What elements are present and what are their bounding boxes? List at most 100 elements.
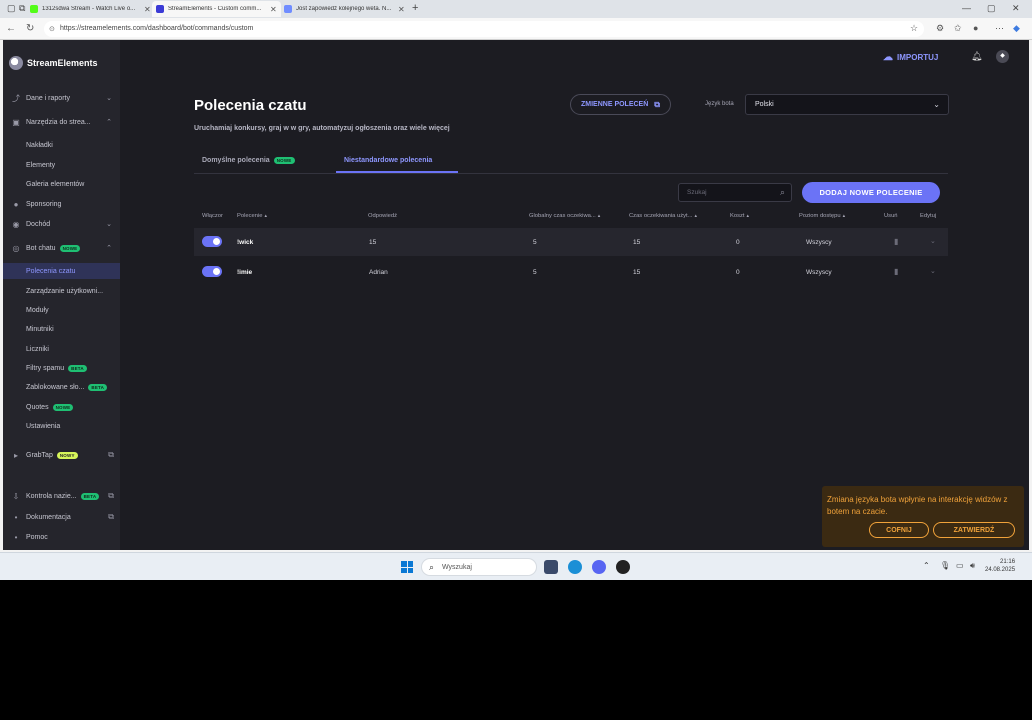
browser-tab-news[interactable]: Jost zapowiedź kolejnego weta. N... ✕: [280, 1, 409, 17]
sidebar: StreamElements ⤴ Dane i raporty ⌄ ▣ Narzędzi…: [3, 40, 120, 550]
favorites-icon[interactable]: ✩: [954, 23, 962, 34]
profile-icon[interactable]: ●: [973, 23, 978, 33]
close-tab-icon[interactable]: ✕: [398, 5, 405, 14]
status-badge: NOWE: [52, 403, 74, 411]
sidebar-item[interactable]: • Pomoc: [3, 529, 120, 545]
sidebar-item[interactable]: Minutniki: [3, 321, 120, 337]
favorite-star-icon[interactable]: ☆: [910, 23, 918, 34]
global-cooldown: 5: [533, 269, 537, 276]
sidebar-item[interactable]: Filtry spamu BETA: [3, 360, 120, 376]
add-command-button[interactable]: DODAJ NOWE POLECENIE: [802, 182, 940, 203]
chevron-down-icon[interactable]: ⌄: [930, 267, 936, 275]
brand[interactable]: StreamElements: [9, 56, 98, 70]
sidebar-item[interactable]: ⤴ Dane i raporty ⌄: [3, 90, 120, 106]
sidebar-item[interactable]: ▸ GrabTap NOWY ⧉: [3, 447, 120, 463]
sidebar-item[interactable]: Galeria elementów: [3, 176, 120, 192]
header-command[interactable]: Polecenie ▴: [237, 213, 267, 219]
close-tab-icon[interactable]: ✕: [144, 5, 151, 14]
new-tab-icon[interactable]: +: [412, 2, 418, 14]
header-access-level[interactable]: Poziom dostępu ▴: [799, 213, 845, 219]
network-icon[interactable]: ▭: [956, 561, 964, 570]
tab-custom-commands[interactable]: Niestandardowe polecenia: [344, 157, 432, 164]
copilot-icon[interactable]: ◆: [1013, 23, 1020, 34]
sidebar-item[interactable]: Liczniki: [3, 341, 120, 357]
user-cooldown: 15: [633, 269, 641, 276]
header-global-cooldown[interactable]: Globalny czas oczekiwa... ▴: [529, 213, 600, 219]
extension-icon[interactable]: ⚙: [936, 23, 944, 34]
import-button[interactable]: ☁ IMPORTUJ: [883, 52, 938, 63]
sidebar-item[interactable]: ⇩ Kontrola nazie... BETA ⧉: [3, 488, 120, 504]
enabled-toggle[interactable]: [202, 266, 222, 277]
windows-start-icon[interactable]: [401, 561, 413, 573]
sidebar-item[interactable]: ▣ Narzędzia do strea... ⌃: [3, 114, 120, 130]
clock[interactable]: 21:16 24.08.2025: [985, 558, 1015, 574]
enabled-toggle[interactable]: [202, 236, 222, 247]
external-link-icon: ⧉: [108, 450, 114, 459]
sidebar-item[interactable]: Quotes NOWE: [3, 399, 120, 415]
undo-button[interactable]: COFNIJ: [869, 522, 929, 538]
avatar[interactable]: ◆: [996, 50, 1009, 63]
taskbar-search-placeholder: Wyszukaj: [442, 564, 472, 571]
lock-icon: ⊙: [49, 26, 55, 33]
taskbar-search[interactable]: ⌕ Wyszukaj: [421, 558, 537, 576]
tabs-divider: [194, 173, 948, 174]
chevron-icon: ⌃: [106, 119, 112, 126]
sidebar-item[interactable]: ● Sponsoring: [3, 196, 120, 212]
sidebar-item[interactable]: Ustawienia: [3, 418, 120, 434]
sidebar-item[interactable]: Zablokowane sło... BETA: [3, 379, 120, 395]
browser-tab-kick[interactable]: 1312sdwa Stream - Watch Live o... ✕: [26, 1, 155, 17]
tray-chevron-up-icon[interactable]: ⌃: [923, 561, 930, 570]
table-row[interactable]: !imie Adrian 5 15 0 Wszyscy ▮ ⌄: [194, 258, 948, 286]
sidebar-item-label: Dane i raporty: [26, 94, 70, 102]
sidebar-item[interactable]: ◉ Dochód ⌄: [3, 216, 120, 232]
url-field[interactable]: ⊙ https://streamelements.com/dashboard/b…: [44, 21, 924, 37]
sidebar-item-label: Dochód: [26, 220, 51, 228]
tab-title: 1312sdwa Stream - Watch Live o...: [42, 6, 136, 12]
page-subtitle: Uruchamiaj konkursy, graj w w gry, autom…: [194, 125, 450, 132]
back-icon[interactable]: ←: [6, 23, 16, 34]
chart-icon: ⤴: [12, 93, 20, 103]
sidebar-item[interactable]: Polecenia czatu: [3, 263, 120, 279]
chevron-down-icon[interactable]: ⌄: [930, 237, 936, 245]
more-icon[interactable]: ⋯: [995, 23, 1004, 34]
sidebar-item[interactable]: Nakładki: [3, 137, 120, 153]
close-tab-icon[interactable]: ✕: [270, 5, 277, 14]
sidebar-item[interactable]: Elementy: [3, 157, 120, 173]
tab-default-commands[interactable]: Domyślne polecenia NOWE: [202, 157, 295, 164]
command-name: !imie: [237, 269, 253, 276]
chevron-icon: ⌄: [106, 221, 112, 228]
sidebar-item[interactable]: • Dokumentacja ⧉: [3, 509, 120, 525]
microphone-icon[interactable]: 🎙︎: [940, 561, 950, 570]
command-variables-button[interactable]: ZMIENNE POLECEŃ ⧉: [570, 94, 672, 115]
search-icon: ⌕: [779, 187, 785, 197]
discord-icon[interactable]: [592, 560, 606, 574]
sidebar-item-label: Sponsoring: [26, 200, 62, 208]
sidebar-item[interactable]: ◎ Bot chatu NOWE ⌃: [3, 240, 120, 256]
sort-icon: ▴: [597, 213, 601, 219]
sort-icon: ▴: [264, 213, 267, 219]
bot-language-select[interactable]: Polski ⌄: [745, 94, 949, 115]
trash-icon[interactable]: ▮: [894, 267, 898, 276]
minimize-icon[interactable]: —: [962, 3, 971, 13]
reload-icon[interactable]: ↻: [26, 23, 34, 34]
table-row[interactable]: !wick 15 5 15 0 Wszyscy ▮ ⌄: [194, 228, 948, 256]
close-window-icon[interactable]: ✕: [1012, 3, 1020, 14]
bot-icon: ◎: [12, 243, 20, 253]
search-input[interactable]: Szukaj ⌕: [678, 183, 792, 202]
obs-icon[interactable]: [616, 560, 630, 574]
trash-icon[interactable]: ▮: [894, 237, 898, 246]
tab-actions-icon[interactable]: ⧉: [19, 3, 25, 14]
window-menu-icon[interactable]: ▢: [7, 3, 16, 14]
sidebar-item[interactable]: Moduły: [3, 302, 120, 318]
volume-icon[interactable]: 🔊︎: [970, 561, 975, 571]
confirm-button[interactable]: ZATWIERDŹ: [933, 522, 1015, 538]
header-user-cooldown[interactable]: Czas oczekiwania użyt... ▴: [629, 213, 697, 219]
chevron-icon: ⌃: [106, 245, 112, 252]
sidebar-item[interactable]: Zarządzanie użytkowni...: [3, 283, 120, 299]
task-view-icon[interactable]: [544, 560, 558, 574]
browser-tab-streamelements[interactable]: StreamElements - Custom comm... ✕: [152, 1, 281, 17]
maximize-icon[interactable]: ▢: [987, 3, 996, 14]
edge-browser-icon[interactable]: [568, 560, 582, 574]
bell-icon[interactable]: 🔔︎: [971, 51, 982, 62]
header-cost[interactable]: Koszt ▴: [730, 213, 749, 219]
